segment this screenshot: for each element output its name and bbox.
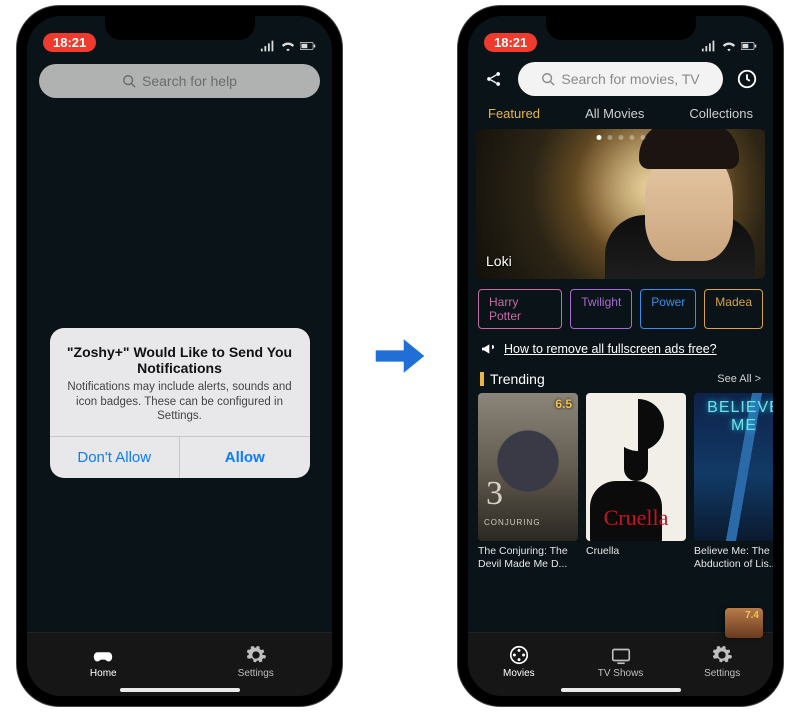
history-button[interactable] bbox=[733, 65, 761, 93]
poster: BELIEVE ME bbox=[694, 393, 773, 541]
poster: 6.5 bbox=[478, 393, 578, 541]
tab-bar: Movies TV Shows Settings bbox=[468, 632, 773, 696]
arrow-right-icon bbox=[372, 328, 428, 384]
phone-right: 18:21 Search for movies, TV bbox=[458, 6, 783, 706]
see-all-link[interactable]: See All > bbox=[717, 373, 761, 385]
signal-icon bbox=[701, 40, 717, 52]
promo-banner[interactable]: How to remove all fullscreen ads free? bbox=[468, 335, 773, 363]
tab-all-movies[interactable]: All Movies bbox=[585, 106, 644, 121]
notch bbox=[546, 16, 696, 40]
status-time: 18:21 bbox=[484, 33, 537, 52]
chip-madea[interactable]: Madea bbox=[704, 289, 763, 329]
chip-twilight[interactable]: Twilight bbox=[570, 289, 632, 329]
dont-allow-button[interactable]: Don't Allow bbox=[50, 437, 180, 478]
tab-settings[interactable]: Settings bbox=[671, 633, 773, 690]
chip-row: Harry Potter Twilight Power Madea bbox=[468, 279, 773, 335]
wifi-icon bbox=[280, 40, 296, 52]
tv-icon bbox=[610, 644, 632, 666]
tab-label: TV Shows bbox=[598, 668, 644, 679]
section-header-trending: Trending See All > bbox=[468, 363, 773, 393]
tab-tv-shows[interactable]: TV Shows bbox=[570, 633, 672, 690]
tab-featured[interactable]: Featured bbox=[488, 106, 540, 121]
gamepad-icon bbox=[92, 644, 114, 666]
hero-banner[interactable]: Loki bbox=[476, 129, 765, 279]
allow-button[interactable]: Allow bbox=[179, 437, 310, 478]
search-input[interactable]: Search for movies, TV bbox=[518, 62, 723, 96]
search-icon bbox=[541, 72, 555, 86]
movie-title: The Conjuring: The Devil Made Me D... bbox=[478, 545, 578, 571]
poster: Cruella bbox=[586, 393, 686, 541]
notch bbox=[105, 16, 255, 40]
battery-icon bbox=[741, 40, 757, 52]
tab-settings[interactable]: Settings bbox=[180, 633, 333, 690]
signal-icon bbox=[260, 40, 276, 52]
wifi-icon bbox=[721, 40, 737, 52]
tab-home[interactable]: Home bbox=[27, 633, 180, 690]
tab-label: Settings bbox=[704, 668, 740, 679]
movie-card[interactable]: 6.5 The Conjuring: The Devil Made Me D..… bbox=[478, 393, 578, 571]
trending-row: 6.5 The Conjuring: The Devil Made Me D..… bbox=[468, 393, 773, 571]
section-title: Trending bbox=[490, 371, 545, 387]
home-indicator[interactable] bbox=[120, 688, 240, 692]
gear-icon bbox=[711, 644, 733, 666]
search-placeholder: Search for help bbox=[142, 73, 237, 89]
search-input[interactable]: Search for help bbox=[39, 64, 320, 98]
tab-label: Settings bbox=[238, 668, 274, 679]
search-icon bbox=[122, 74, 136, 88]
movie-title: Cruella bbox=[586, 545, 686, 571]
poster-logo: Cruella bbox=[586, 505, 686, 531]
search-placeholder: Search for movies, TV bbox=[561, 71, 699, 87]
rating-badge: 7.4 bbox=[745, 610, 759, 621]
share-button[interactable] bbox=[480, 65, 508, 93]
notification-permission-dialog: "Zoshy+" Would Like to Send You Notifica… bbox=[27, 104, 332, 632]
status-time: 18:21 bbox=[43, 33, 96, 52]
hero-title: Loki bbox=[486, 253, 512, 269]
movie-card[interactable]: Cruella Cruella bbox=[586, 393, 686, 571]
tab-movies[interactable]: Movies bbox=[468, 633, 570, 690]
tab-label: Home bbox=[90, 668, 117, 679]
gear-icon bbox=[245, 644, 267, 666]
tab-bar: Home Settings bbox=[27, 632, 332, 696]
tab-label: Movies bbox=[503, 668, 535, 679]
rating-badge: 6.5 bbox=[555, 397, 572, 411]
clock-icon bbox=[736, 68, 758, 90]
chip-harry-potter[interactable]: Harry Potter bbox=[478, 289, 562, 329]
chip-power[interactable]: Power bbox=[640, 289, 696, 329]
poster-logo: BELIEVE ME bbox=[694, 399, 773, 435]
tab-collections[interactable]: Collections bbox=[689, 106, 753, 121]
category-tabs: Featured All Movies Collections bbox=[468, 102, 773, 129]
dialog-message: Notifications may include alerts, sounds… bbox=[64, 380, 296, 425]
phone-left: 18:21 Search for help "Zoshy+" Wo bbox=[17, 6, 342, 706]
megaphone-icon bbox=[480, 341, 496, 357]
film-reel-icon bbox=[508, 644, 530, 666]
carousel-dots bbox=[596, 135, 645, 140]
battery-icon bbox=[300, 40, 316, 52]
home-indicator[interactable] bbox=[561, 688, 681, 692]
share-icon bbox=[484, 69, 504, 89]
movie-card[interactable]: BELIEVE ME Believe Me: The Abduction of … bbox=[694, 393, 773, 571]
dialog-title: "Zoshy+" Would Like to Send You Notifica… bbox=[64, 344, 296, 376]
promo-text: How to remove all fullscreen ads free? bbox=[504, 342, 717, 356]
movie-title: Believe Me: The Abduction of Lis... bbox=[694, 545, 773, 571]
mini-card[interactable]: 7.4 bbox=[725, 608, 763, 638]
